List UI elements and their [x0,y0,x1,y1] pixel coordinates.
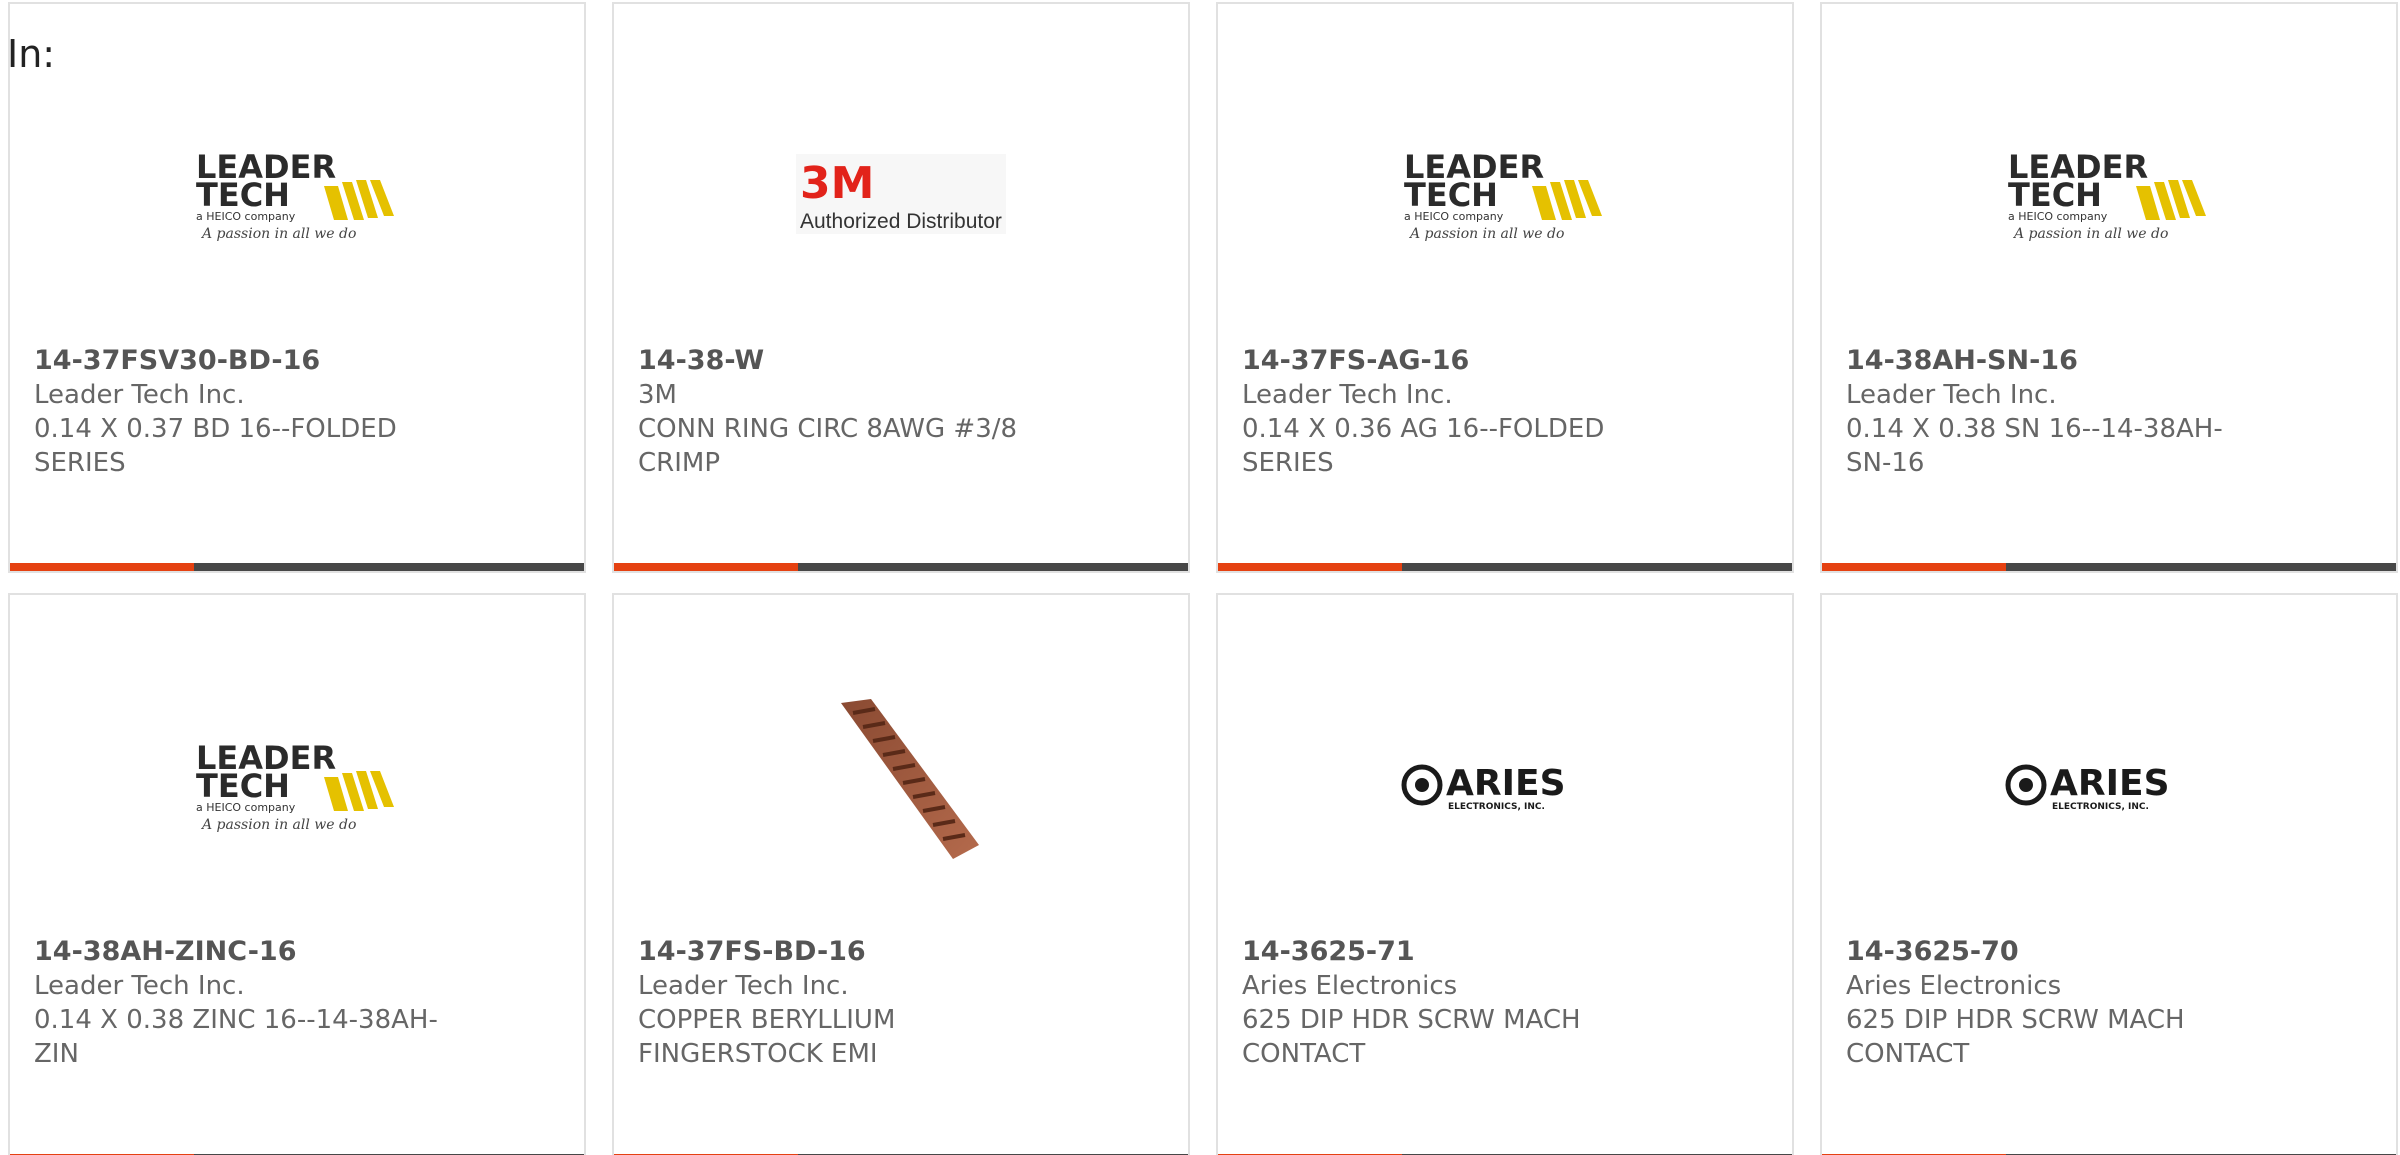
card-footer-accent [614,563,798,571]
product-card[interactable]: ARIES ELECTRONICS, INC. 14-3625-70 Aries… [1820,593,2398,1155]
part-number[interactable]: 14-3625-70 [1846,935,2266,969]
product-card[interactable]: LEADER TECH a HEICO company A passion in… [1216,2,1794,573]
part-description: COPPER BERYLLIUM FINGERSTOCK EMI [638,1005,896,1069]
aries-sub: ELECTRONICS, INC. [1448,802,1545,812]
part-number[interactable]: 14-3625-71 [1242,935,1662,969]
leader-tech-tagline1: a HEICO company [196,801,296,814]
aries-name: ARIES [1446,763,1566,804]
leader-tech-tagline1: a HEICO company [2008,210,2108,223]
leader-tech-line2: TECH [1404,176,1498,214]
card-footer-accent [1218,563,1402,571]
3m-caption: Authorized Distributor [800,210,1002,233]
card-footer-bar [614,563,1188,571]
leader-tech-line2: TECH [196,176,290,214]
part-number[interactable]: 14-37FSV30-BD-16 [34,344,454,378]
leader-tech-line2: TECH [2008,176,2102,214]
part-number[interactable]: 14-37FS-AG-16 [1242,344,1662,378]
leader-tech-logo: LEADER TECH a HEICO company A passion in… [1218,64,1792,324]
leader-tech-line2: TECH [196,767,290,805]
manufacturer-name: 3M [638,380,677,410]
fingerstock-photo [614,655,1188,915]
manufacturer-name: Leader Tech Inc. [1846,380,2057,410]
product-grid: LEADER TECH a HEICO company A passion in… [8,2,2398,1155]
leader-tech-logo: LEADER TECH a HEICO company A passion in… [10,655,584,915]
manufacturer-name: Aries Electronics [1242,971,1458,1001]
aries-electronics-logo: ARIES ELECTRONICS, INC. [1822,655,2396,915]
product-card[interactable]: 14-37FS-BD-16 Leader Tech Inc. COPPER BE… [612,593,1190,1155]
card-footer-bar [10,563,584,571]
part-number[interactable]: 14-38AH-SN-16 [1846,344,2266,378]
card-footer-accent [10,563,194,571]
product-card[interactable]: ARIES ELECTRONICS, INC. 14-3625-71 Aries… [1216,593,1794,1155]
part-description: 0.14 X 0.38 SN 16--14-38AH-SN-16 [1846,414,2223,478]
filter-in-label: In: [7,32,56,76]
product-card[interactable]: 3M Authorized Distributor 14-38-W 3M CON… [612,2,1190,573]
3m-authorized-distributor-logo: 3M Authorized Distributor [614,64,1188,324]
manufacturer-name: Aries Electronics [1846,971,2062,1001]
manufacturer-name: Leader Tech Inc. [638,971,849,1001]
part-description: 0.14 X 0.38 ZINC 16--14-38AH-ZIN [34,1005,438,1069]
aries-electronics-logo: ARIES ELECTRONICS, INC. [1218,655,1792,915]
product-results-page: In: LEADER TECH a HEICO company A passio… [0,0,2400,1155]
part-number[interactable]: 14-38AH-ZINC-16 [34,935,454,969]
card-footer-bar [1218,563,1792,571]
leader-tech-logo: LEADER TECH a HEICO company A passion in… [1822,64,2396,324]
aries-sub: ELECTRONICS, INC. [2052,802,2149,812]
3m-mark: 3M [800,158,874,209]
part-description: CONN RING CIRC 8AWG #3/8 CRIMP [638,414,1018,478]
card-footer-bar [1822,563,2396,571]
manufacturer-name: Leader Tech Inc. [1242,380,1453,410]
part-description: 0.14 X 0.37 BD 16--FOLDED SERIES [34,414,397,478]
product-card[interactable]: LEADER TECH a HEICO company A passion in… [8,593,586,1155]
leader-tech-tagline2: A passion in all we do [1408,226,1564,242]
part-number[interactable]: 14-38-W [638,344,1058,378]
card-footer-accent [1822,563,2006,571]
leader-tech-tagline1: a HEICO company [196,210,296,223]
product-card[interactable]: LEADER TECH a HEICO company A passion in… [8,2,586,573]
part-description: 625 DIP HDR SCRW MACH CONTACT [1242,1005,1581,1069]
manufacturer-name: Leader Tech Inc. [34,971,245,1001]
leader-tech-logo: LEADER TECH a HEICO company A passion in… [10,64,584,324]
part-number[interactable]: 14-37FS-BD-16 [638,935,1058,969]
aries-name: ARIES [2050,763,2170,804]
product-card[interactable]: LEADER TECH a HEICO company A passion in… [1820,2,2398,573]
part-description: 625 DIP HDR SCRW MACH CONTACT [1846,1005,2185,1069]
leader-tech-tagline2: A passion in all we do [200,226,356,242]
part-description: 0.14 X 0.36 AG 16--FOLDED SERIES [1242,414,1605,478]
manufacturer-name: Leader Tech Inc. [34,380,245,410]
leader-tech-tagline2: A passion in all we do [2012,226,2168,242]
leader-tech-tagline1: a HEICO company [1404,210,1504,223]
leader-tech-tagline2: A passion in all we do [200,817,356,833]
